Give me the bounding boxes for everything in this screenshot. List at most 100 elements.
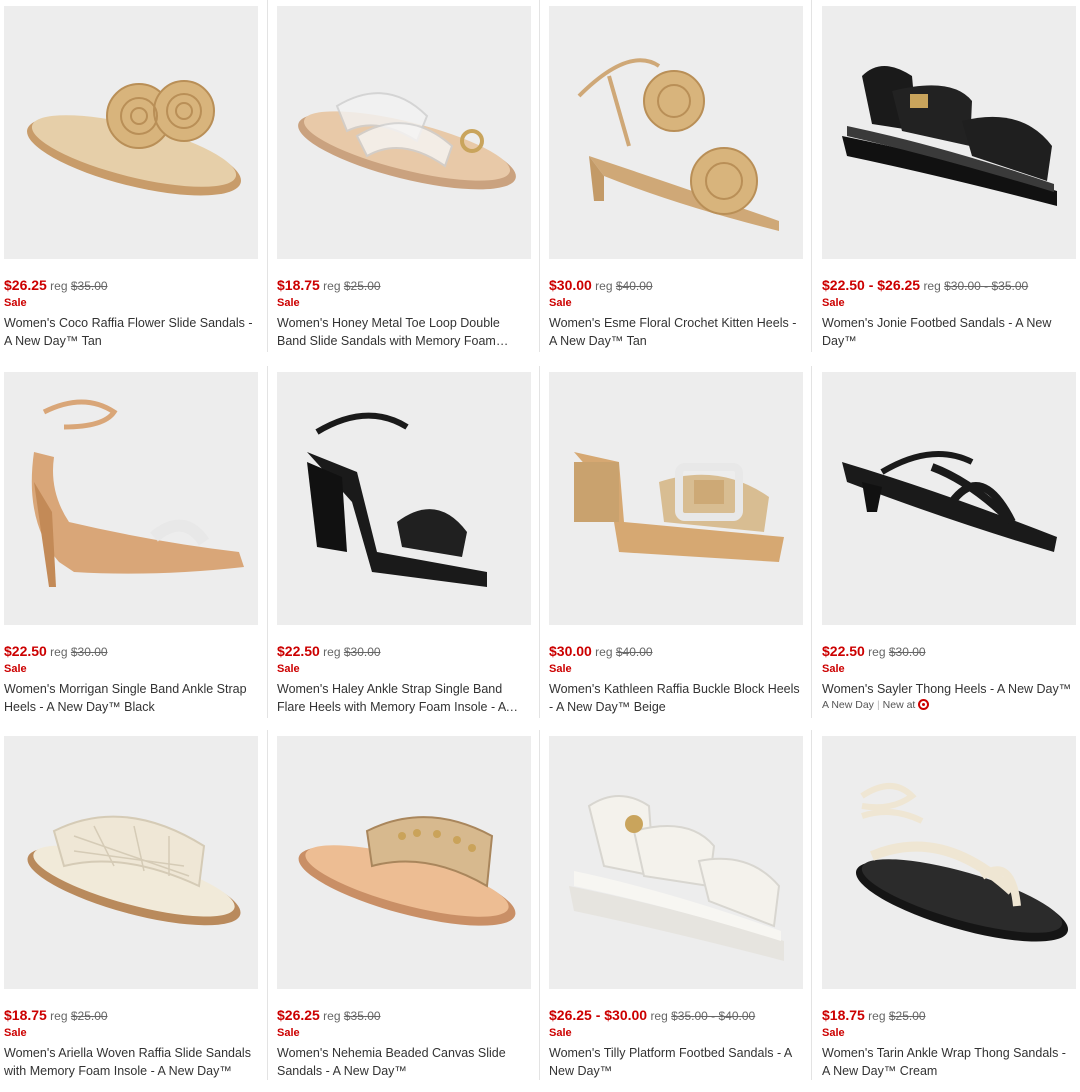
product-card[interactable]: $26.25 reg $35.00 Sale Women's Nehemia B…	[277, 736, 531, 1092]
product-image[interactable]	[4, 6, 258, 259]
product-title[interactable]: Women's Jonie Footbed Sandals - A New Da…	[822, 314, 1076, 350]
reg-label: reg	[923, 279, 941, 293]
regular-price: $35.00 - $40.00	[671, 1009, 756, 1023]
product-image[interactable]	[822, 372, 1076, 625]
sale-price: $26.25 - $30.00	[549, 1007, 648, 1023]
regular-price: $25.00	[888, 1009, 926, 1023]
regular-price: $30.00	[343, 645, 381, 659]
product-image[interactable]	[277, 372, 531, 625]
product-image[interactable]	[549, 736, 803, 989]
product-image[interactable]	[4, 372, 258, 625]
product-title[interactable]: Women's Tarin Ankle Wrap Thong Sandals -…	[822, 1044, 1076, 1080]
column-divider	[539, 0, 540, 352]
sale-price: $30.00	[549, 643, 592, 659]
reg-label: reg	[323, 645, 341, 659]
product-meta: A New Day | New at	[822, 698, 930, 712]
regular-price: $35.00	[70, 279, 108, 293]
reg-label: reg	[323, 1009, 341, 1023]
reg-label: reg	[595, 279, 613, 293]
price-row: $30.00 reg $40.00	[549, 276, 653, 295]
sale-badge: Sale	[4, 663, 27, 675]
reg-label: reg	[323, 279, 341, 293]
sale-price: $18.75	[4, 1007, 47, 1023]
sale-badge: Sale	[277, 297, 300, 309]
product-image[interactable]	[549, 6, 803, 259]
product-title[interactable]: Women's Ariella Woven Raffia Slide Sanda…	[4, 1044, 258, 1080]
sale-price: $26.25	[4, 277, 47, 293]
reg-label: reg	[868, 645, 886, 659]
product-image[interactable]	[822, 6, 1076, 259]
beaded-canvas-slide-sandal-icon	[298, 816, 516, 926]
regular-price: $30.00	[888, 645, 926, 659]
regular-price: $30.00 - $35.00	[944, 279, 1029, 293]
clear-band-toe-loop-sandal-icon	[298, 92, 516, 190]
sale-badge: Sale	[277, 1027, 300, 1039]
product-image[interactable]	[549, 372, 803, 625]
brand-link[interactable]: A New Day	[822, 699, 874, 711]
sale-badge: Sale	[549, 1027, 572, 1039]
price-row: $22.50 reg $30.00	[822, 642, 926, 661]
product-image[interactable]	[277, 6, 531, 259]
column-divider	[539, 730, 540, 1080]
new-at-label: New at	[882, 699, 916, 711]
white-platform-footbed-sandal-icon	[569, 795, 784, 961]
sale-price: $22.50 - $26.25	[822, 277, 921, 293]
sale-badge: Sale	[4, 1027, 27, 1039]
product-card[interactable]: $30.00 reg $40.00 Sale Women's Kathleen …	[549, 372, 803, 728]
meta-separator: |	[876, 699, 880, 711]
product-image[interactable]	[4, 736, 258, 989]
product-card[interactable]: $22.50 reg $30.00 Sale Women's Morrigan …	[4, 372, 258, 728]
sale-price: $22.50	[822, 643, 865, 659]
sale-badge: Sale	[549, 663, 572, 675]
product-title[interactable]: Women's Sayler Thong Heels - A New Day™	[822, 680, 1076, 698]
product-image[interactable]	[822, 736, 1076, 989]
product-image[interactable]	[277, 736, 531, 989]
product-title[interactable]: Women's Honey Metal Toe Loop Double Band…	[277, 314, 531, 350]
product-card[interactable]: $26.25 reg $35.00 Sale Women's Coco Raff…	[4, 6, 258, 362]
sale-price: $22.50	[4, 643, 47, 659]
sale-price: $18.75	[277, 277, 320, 293]
price-row: $18.75 reg $25.00	[277, 276, 381, 295]
column-divider	[267, 730, 268, 1080]
product-title[interactable]: Women's Coco Raffia Flower Slide Sandals…	[4, 314, 258, 350]
price-row: $22.50 reg $30.00	[277, 642, 381, 661]
product-title[interactable]: Women's Nehemia Beaded Canvas Slide Sand…	[277, 1044, 531, 1080]
regular-price: $35.00	[343, 1009, 381, 1023]
product-title[interactable]: Women's Kathleen Raffia Buckle Block Hee…	[549, 680, 803, 716]
column-divider	[267, 366, 268, 718]
black-footbed-sandal-icon	[842, 66, 1057, 206]
regular-price: $30.00	[70, 645, 108, 659]
regular-price: $25.00	[343, 279, 381, 293]
regular-price: $40.00	[615, 279, 653, 293]
price-row: $26.25 - $30.00 reg $35.00 - $40.00	[549, 1006, 755, 1025]
product-card[interactable]: $22.50 reg $30.00 Sale Women's Sayler Th…	[822, 372, 1076, 728]
price-row: $22.50 reg $30.00	[4, 642, 108, 661]
woven-raffia-slide-sandal-icon	[27, 815, 241, 926]
sale-badge: Sale	[822, 663, 845, 675]
black-block-heel-sandal-icon	[307, 412, 487, 587]
price-row: $26.25 reg $35.00	[277, 1006, 381, 1025]
reg-label: reg	[50, 1009, 68, 1023]
product-title[interactable]: Women's Haley Ankle Strap Single Band Fl…	[277, 680, 531, 716]
product-card[interactable]: $18.75 reg $25.00 Sale Women's Tarin Ank…	[822, 736, 1076, 1092]
price-row: $18.75 reg $25.00	[4, 1006, 108, 1025]
product-card[interactable]: $22.50 reg $30.00 Sale Women's Haley Ank…	[277, 372, 531, 728]
product-title[interactable]: Women's Tilly Platform Footbed Sandals -…	[549, 1044, 803, 1080]
sale-badge: Sale	[822, 297, 845, 309]
price-row: $26.25 reg $35.00	[4, 276, 108, 295]
sale-price: $30.00	[549, 277, 592, 293]
reg-label: reg	[50, 645, 68, 659]
product-title[interactable]: Women's Esme Floral Crochet Kitten Heels…	[549, 314, 803, 350]
product-card[interactable]: $30.00 reg $40.00 Sale Women's Esme Flor…	[549, 6, 803, 362]
regular-price: $25.00	[70, 1009, 108, 1023]
sale-badge: Sale	[822, 1027, 845, 1039]
reg-label: reg	[595, 645, 613, 659]
reg-label: reg	[868, 1009, 886, 1023]
column-divider	[267, 0, 268, 352]
sale-badge: Sale	[549, 297, 572, 309]
product-card[interactable]: $22.50 - $26.25 reg $30.00 - $35.00 Sale…	[822, 6, 1076, 362]
product-card[interactable]: $18.75 reg $25.00 Sale Women's Ariella W…	[4, 736, 258, 1092]
product-title[interactable]: Women's Morrigan Single Band Ankle Strap…	[4, 680, 258, 716]
product-card[interactable]: $26.25 - $30.00 reg $35.00 - $40.00 Sale…	[549, 736, 803, 1092]
product-card[interactable]: $18.75 reg $25.00 Sale Women's Honey Met…	[277, 6, 531, 362]
